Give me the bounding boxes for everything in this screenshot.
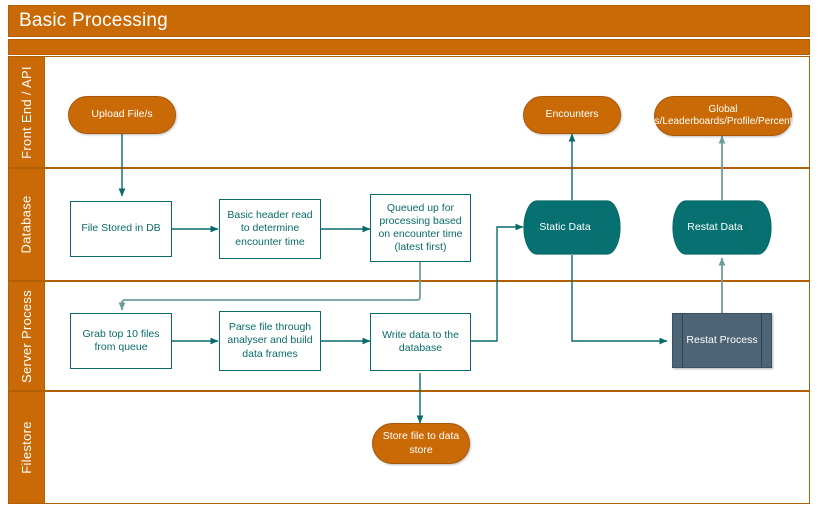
diagram-title-bar: Basic Processing	[8, 5, 810, 37]
node-static-data[interactable]: Static Data	[523, 200, 621, 255]
node-parse-file-label: Parse file through analyser and build da…	[227, 321, 313, 360]
swimlane-header-server-process: Server Process	[9, 282, 45, 390]
node-file-stored-in-db[interactable]: File Stored in DB	[70, 201, 172, 257]
node-write-data[interactable]: Write data to the database	[370, 313, 471, 371]
node-store-file-to-data-store-label: Store file to data store	[382, 430, 460, 456]
node-queued-up[interactable]: Queued up for processing based on encoun…	[370, 194, 471, 262]
node-store-file-to-data-store[interactable]: Store file to data store	[372, 423, 470, 464]
node-file-stored-in-db-label: File Stored in DB	[81, 222, 161, 235]
node-basic-header-read[interactable]: Basic header read to determine encounter…	[219, 199, 321, 259]
node-static-data-label: Static Data	[539, 220, 591, 233]
swimlane-label-server-process: Server Process	[19, 289, 34, 383]
node-global-stats-label: Global stats/Leaderboards/Profile/Percen…	[638, 103, 808, 128]
flowchart-diagram: Basic Processing Front End / API Databas…	[0, 0, 818, 511]
swimlane-label-database: Database	[19, 195, 34, 254]
node-basic-header-read-label: Basic header read to determine encounter…	[227, 209, 313, 248]
title-underband	[8, 39, 810, 55]
node-upload-files[interactable]: Upload File/s	[68, 96, 176, 134]
swimlane-header-front-end-api: Front End / API	[9, 57, 45, 167]
swimlane-header-filestore: Filestore	[9, 392, 45, 503]
swimlane-label-front-end-api: Front End / API	[19, 65, 34, 159]
node-restat-process[interactable]: Restat Process	[672, 313, 772, 368]
node-parse-file[interactable]: Parse file through analyser and build da…	[219, 311, 321, 371]
node-grab-top-10-files[interactable]: Grab top 10 files from queue	[70, 313, 172, 369]
page-title: Basic Processing	[19, 10, 168, 31]
node-write-data-label: Write data to the database	[382, 328, 459, 354]
node-restat-process-label: Restat Process	[686, 333, 758, 346]
node-encounters[interactable]: Encounters	[523, 96, 621, 134]
node-encounters-label: Encounters	[545, 108, 599, 121]
node-grab-top-10-files-label: Grab top 10 files from queue	[82, 327, 160, 353]
node-restat-data-label: Restat Data	[687, 220, 743, 233]
node-upload-files-label: Upload File/s	[91, 108, 153, 121]
node-restat-data[interactable]: Restat Data	[672, 200, 772, 255]
node-queued-up-label: Queued up for processing based on encoun…	[378, 201, 463, 254]
node-global-stats[interactable]: Global stats/Leaderboards/Profile/Percen…	[639, 96, 808, 136]
swimlane-header-database: Database	[9, 169, 45, 280]
swimlane-label-filestore: Filestore	[19, 421, 34, 474]
